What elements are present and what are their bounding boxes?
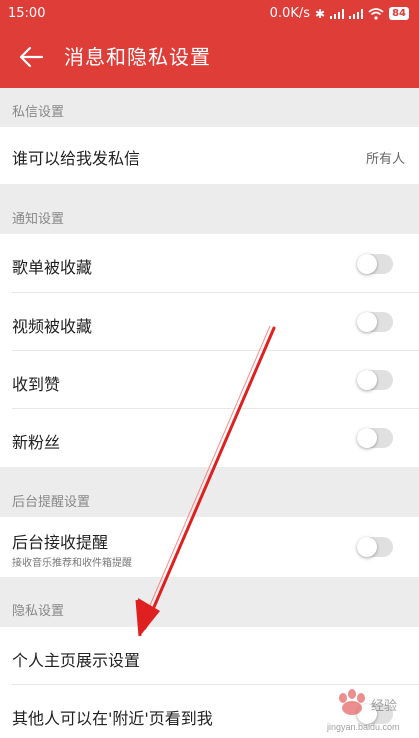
status-icons: 0.0K/s ✱ 84: [270, 6, 409, 21]
signal-icon-2: [349, 8, 364, 19]
page-title: 消息和隐私设置: [64, 45, 211, 69]
app-header: 15:00 0.0K/s ✱ 84 消息和隐私设置: [0, 0, 419, 88]
row-sublabel: 接收音乐推荐和收件箱提醒: [12, 558, 132, 569]
toggle-new-fans[interactable]: [357, 428, 393, 448]
battery-icon: 84: [389, 7, 409, 20]
row-label: 新粉丝: [12, 433, 61, 452]
section-label-privacy: 隐私设置: [12, 604, 65, 619]
row-received-like: 收到赞: [0, 351, 419, 409]
row-label: 其他人可以在'附近'页看到我: [12, 709, 213, 728]
toggle-received-like[interactable]: [357, 370, 393, 390]
baidu-jingyan-watermark: 经验 jingyan.baidu.com: [326, 689, 400, 732]
row-who-can-message[interactable]: 谁可以给我发私信 所有人: [0, 127, 419, 184]
section-label-private-message: 私信设置: [12, 105, 65, 120]
network-speed: 0.0K/s: [269, 6, 311, 21]
row-label: 个人主页展示设置: [12, 651, 141, 670]
row-video-collected: 视频被收藏: [0, 293, 419, 351]
row-value: 所有人: [365, 152, 405, 167]
section-label-background: 后台提醒设置: [12, 495, 91, 510]
row-label: 歌单被收藏: [12, 258, 93, 277]
toggle-video-collected[interactable]: [357, 312, 393, 332]
svg-text:jingyan.baidu.com: jingyan.baidu.com: [326, 722, 400, 732]
toggle-playlist-collected[interactable]: [357, 254, 393, 274]
row-playlist-collected: 歌单被收藏: [0, 234, 419, 293]
bluetooth-icon: ✱: [315, 6, 326, 21]
back-arrow-icon[interactable]: [18, 44, 44, 70]
row-label: 谁可以给我发私信: [12, 149, 141, 168]
row-receive-reminder: 后台接收提醒 接收音乐推荐和收件箱提醒: [0, 517, 419, 577]
svg-text:经验: 经验: [371, 698, 397, 713]
status-bar: 15:00 0.0K/s ✱ 84: [0, 0, 419, 30]
row-homepage-display[interactable]: 个人主页展示设置: [0, 627, 419, 685]
wifi-icon: [368, 7, 384, 20]
row-new-fans: 新粉丝: [0, 409, 419, 467]
row-label: 收到赞: [12, 375, 61, 394]
row-label: 视频被收藏: [12, 317, 93, 336]
row-label: 后台接收提醒: [12, 533, 109, 552]
toggle-receive-reminder[interactable]: [357, 537, 393, 557]
signal-icon: [330, 8, 345, 19]
status-time: 15:00: [8, 6, 46, 21]
section-label-notifications: 通知设置: [12, 212, 65, 227]
